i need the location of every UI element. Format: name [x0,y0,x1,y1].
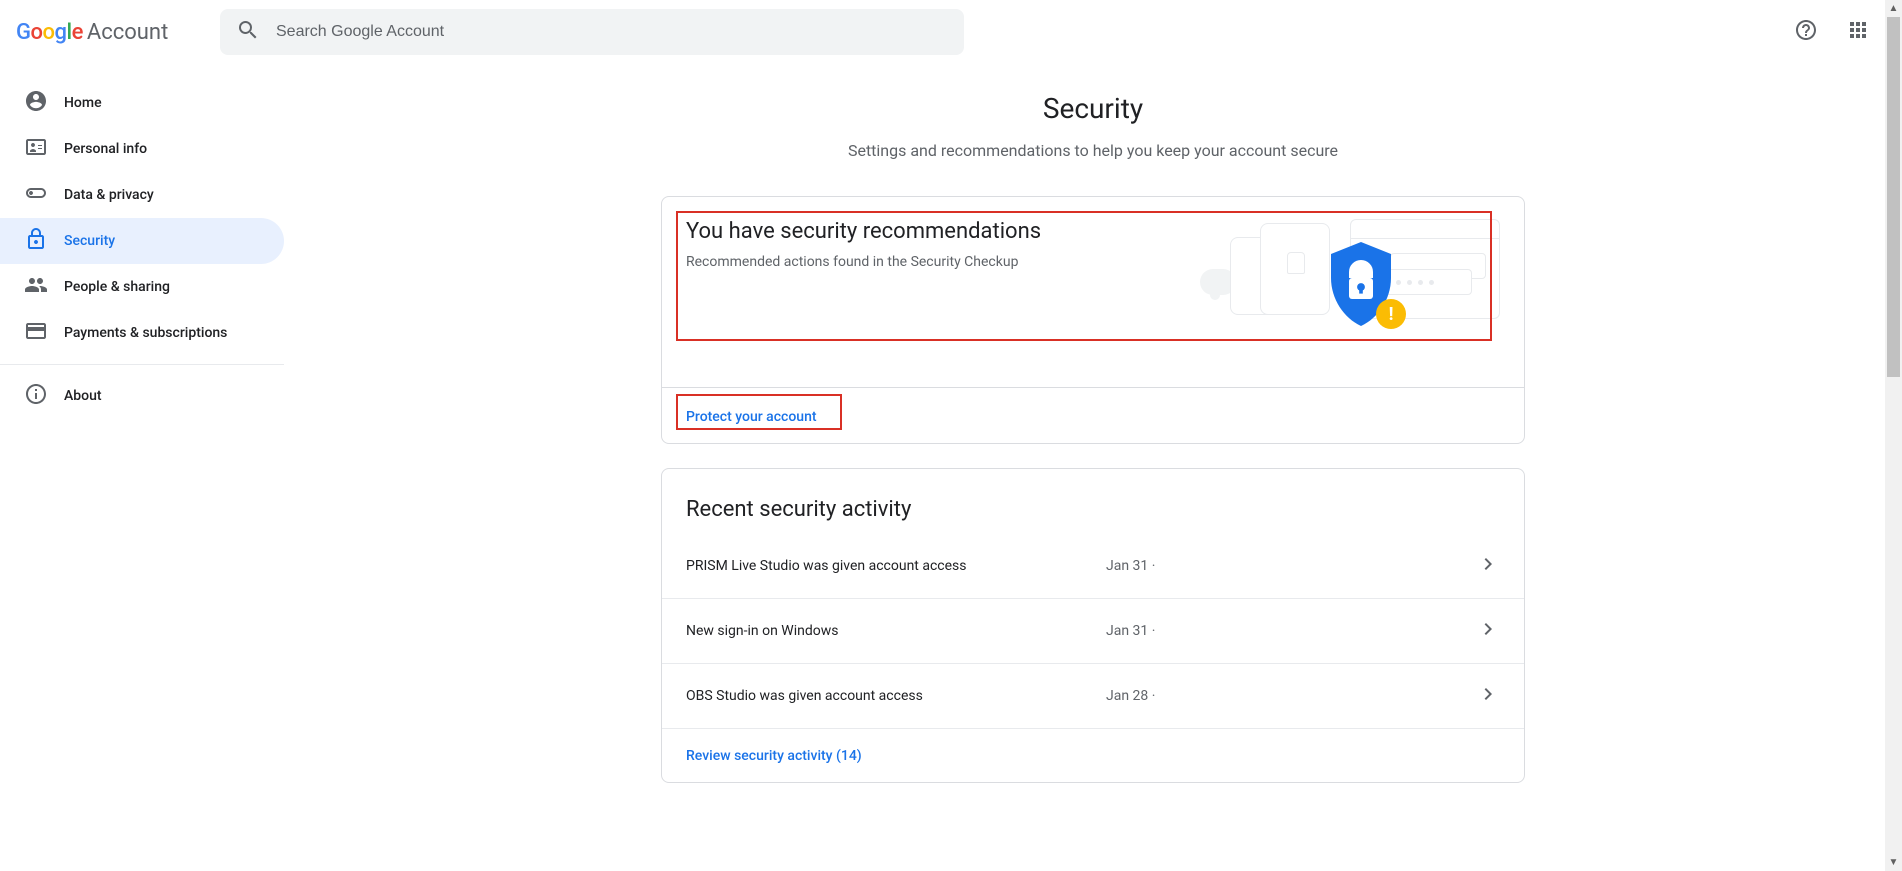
logo-account-text: Account [87,20,168,45]
recent-activity-card: Recent security activity PRISM Live Stud… [661,468,1525,783]
chevron-right-icon [1476,617,1500,645]
protect-account-link[interactable]: Protect your account [686,409,817,425]
sidebar-item-security[interactable]: Security [0,218,284,264]
sidebar-item-label: Personal info [64,141,147,157]
sidebar-item-label: People & sharing [64,279,170,295]
sidebar-item-label: Data & privacy [64,187,154,203]
info-icon [24,382,48,410]
warning-badge-icon: ! [1376,299,1406,329]
recent-activity-title: Recent security activity [662,469,1524,534]
sidebar-item-data-privacy[interactable]: Data & privacy [0,172,284,218]
activity-text: OBS Studio was given account access [686,688,1106,704]
activity-date: Jan 31 · [1106,623,1155,639]
google-logo: Google [16,20,83,45]
page-subtitle: Settings and recommendations to help you… [848,141,1338,160]
people-icon [24,273,48,301]
scrollbar[interactable]: ▲ ▼ [1885,0,1902,871]
reco-card-title: You have security recommendations [686,219,1041,244]
activity-date: Jan 31 · [1106,558,1155,574]
security-illustration: ! [1190,219,1500,329]
sidebar-nav: Home Personal info Data & privacy Securi… [0,64,284,871]
activity-date: Jan 28 · [1106,688,1155,704]
activity-row[interactable]: New sign-in on Windows Jan 31 · [662,599,1524,664]
sidebar-item-label: About [64,388,102,404]
scroll-down-arrow-icon[interactable]: ▼ [1885,854,1902,871]
activity-row[interactable]: OBS Studio was given account access Jan … [662,664,1524,729]
chevron-right-icon [1476,552,1500,580]
app-header: Google Account [0,0,1902,64]
sidebar-item-about[interactable]: About [0,373,284,419]
sidebar-item-payments[interactable]: Payments & subscriptions [0,310,284,356]
search-bar[interactable] [220,9,964,55]
sidebar-divider [0,364,284,365]
help-icon [1794,18,1818,46]
header-actions [1786,12,1886,52]
help-button[interactable] [1786,12,1826,52]
sidebar-item-label: Payments & subscriptions [64,325,227,341]
sidebar-item-label: Security [64,233,115,249]
scroll-up-arrow-icon[interactable]: ▲ [1885,0,1902,17]
security-recommendations-card: You have security recommendations Recomm… [661,196,1525,444]
sidebar-item-people-sharing[interactable]: People & sharing [0,264,284,310]
sidebar-item-home[interactable]: Home [0,80,284,126]
credit-card-icon [24,319,48,347]
toggle-icon [24,181,48,209]
reco-card-subtitle: Recommended actions found in the Securit… [686,254,1041,270]
search-input[interactable] [276,23,948,41]
home-icon [24,89,48,117]
sidebar-item-label: Home [64,95,102,111]
id-card-icon [24,135,48,163]
apps-grid-icon [1846,18,1870,46]
chevron-right-icon [1476,682,1500,710]
activity-text: New sign-in on Windows [686,623,1106,639]
lock-icon [24,227,48,255]
sidebar-item-personal-info[interactable]: Personal info [0,126,284,172]
page-header: Security Settings and recommendations to… [848,92,1338,160]
logo[interactable]: Google Account [16,20,220,45]
review-activity-link[interactable]: Review security activity (14) [686,748,862,764]
apps-button[interactable] [1838,12,1878,52]
activity-text: PRISM Live Studio was given account acce… [686,558,1106,574]
main-content: Security Settings and recommendations to… [284,64,1902,871]
activity-row[interactable]: PRISM Live Studio was given account acce… [662,534,1524,599]
scrollbar-thumb[interactable] [1887,17,1900,377]
page-title: Security [848,92,1338,125]
search-icon [236,18,260,46]
